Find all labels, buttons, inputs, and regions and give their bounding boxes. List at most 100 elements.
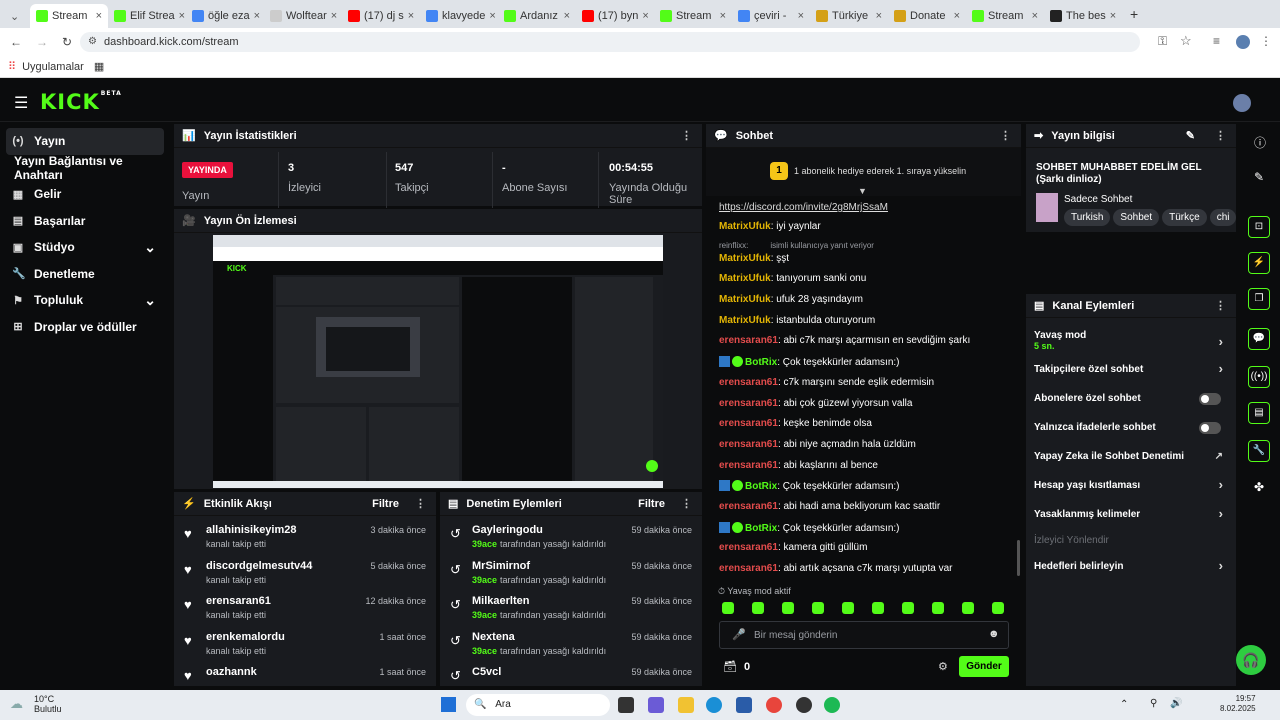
obs-icon[interactable] — [796, 697, 812, 713]
emote-icon[interactable] — [842, 602, 854, 614]
chat-username[interactable]: BotRix — [745, 481, 777, 492]
tab-close-icon[interactable]: × — [489, 10, 495, 22]
clock[interactable]: 19:57 8.02.2025 — [1220, 694, 1256, 714]
external-link-icon[interactable]: ↗ — [1215, 451, 1223, 462]
browser-tab[interactable]: Stream × — [30, 4, 108, 28]
emote-icon[interactable] — [932, 602, 944, 614]
volume-icon[interactable]: 🔊 — [1170, 698, 1182, 709]
toggle-switch[interactable] — [1199, 422, 1221, 434]
chat-icon[interactable]: 💬 — [1248, 328, 1270, 350]
chat-message[interactable]: erensaran61: kamera gitti güllüm — [719, 542, 867, 553]
kebab-menu-icon[interactable]: ⋮ — [1260, 34, 1272, 48]
sidebar-item[interactable]: ▤ Başarılar — [0, 208, 170, 235]
moderation-row[interactable]: ↺ Gayleringodu 39ace tarafından yasağı kald… — [440, 520, 702, 555]
chat-message[interactable]: MatrixUfuk: iyi yaynlar — [719, 221, 821, 232]
emote-icon[interactable] — [872, 602, 884, 614]
chat-message[interactable]: erensaran61: abi artık açsana c7k marşı … — [719, 563, 952, 574]
reload-icon[interactable]: ↻ — [62, 35, 72, 49]
site-info-icon[interactable]: ⚙ — [88, 36, 97, 47]
chat-username[interactable]: erensaran61 — [719, 501, 778, 512]
activity-row[interactable]: ♥ discordgelmesutv44 kanalı takip etti 5 da… — [174, 556, 436, 591]
chevron-up-icon[interactable]: ⌃ — [1120, 699, 1128, 710]
chat-message[interactable]: MatrixUfuk: istanbulda oturuyorum — [719, 315, 875, 326]
grid-icon[interactable]: ▦ — [94, 60, 104, 73]
file-explorer-icon[interactable] — [678, 697, 694, 713]
sidebar-item[interactable]: ▣ Stüdyo ⌄ — [0, 234, 170, 261]
edge-icon[interactable] — [706, 697, 722, 713]
broadcast-icon[interactable]: ((•)) — [1248, 366, 1270, 388]
browser-tab[interactable]: klavyede × — [420, 4, 498, 28]
send-button[interactable]: Gönder — [959, 656, 1009, 677]
chat-settings-icon[interactable]: ⚙ — [938, 660, 948, 673]
sidebar-item[interactable]: ⊞ Droplar ve ödüller — [0, 314, 170, 341]
tab-close-icon[interactable]: × — [1110, 10, 1116, 22]
browser-tab[interactable]: Stream × — [654, 4, 732, 28]
browser-tab[interactable]: çeviri - × — [732, 4, 810, 28]
chat-username[interactable]: erensaran61 — [719, 460, 778, 471]
tab-list-button[interactable]: ⌄ — [6, 4, 30, 28]
chat-message[interactable]: MatrixUfuk: şşt — [719, 253, 789, 264]
tag-chip[interactable]: Sohbet — [1113, 209, 1160, 226]
tab-close-icon[interactable]: × — [564, 10, 570, 22]
browser-tab[interactable]: Stream × — [966, 4, 1044, 28]
kick-logo[interactable]: KICKBETA — [40, 90, 122, 114]
new-tab-icon[interactable]: + — [1130, 6, 1138, 22]
sidebar-item[interactable]: (•) Yayın — [6, 128, 164, 155]
chat-message[interactable]: erensaran61: abi hadi ama bekliyorum kac… — [719, 501, 940, 512]
apps-icon[interactable]: ✤ — [1254, 480, 1264, 494]
channel-action-row[interactable]: Hesap yaşı kısıtlaması › — [1034, 477, 1229, 492]
emote-icon[interactable] — [752, 602, 764, 614]
network-icon[interactable]: ⚲ — [1150, 698, 1157, 709]
activity-row[interactable]: ♥ oazhannk 1 saat önce — [174, 662, 436, 686]
collapse-icon[interactable]: ▼ — [858, 186, 867, 196]
chat-username[interactable]: BotRix — [745, 523, 777, 534]
channel-actions-menu-icon[interactable]: ⋮ — [1215, 299, 1226, 312]
activity-row[interactable]: ♥ erensaran61 kanalı takip etti 12 dakika ö… — [174, 591, 436, 626]
edit-icon[interactable]: ✎ — [1186, 129, 1195, 142]
channel-action-row[interactable]: Yapay Zeka ile Sohbet Denetimi ↗ — [1034, 451, 1229, 462]
browser-tab[interactable]: Donate × — [888, 4, 966, 28]
profile-avatar[interactable] — [1236, 35, 1250, 49]
points-display[interactable]: 🗃 0 — [723, 660, 750, 673]
chat-message[interactable]: erensaran61: abi kaşlarını al bence — [719, 460, 878, 471]
wrench-icon[interactable]: 🔧 — [1248, 440, 1270, 462]
emote-icon[interactable] — [782, 602, 794, 614]
tab-close-icon[interactable]: × — [642, 10, 648, 22]
tab-close-icon[interactable]: × — [96, 10, 102, 22]
chat-username[interactable]: MatrixUfuk — [719, 253, 771, 264]
tag-chip[interactable]: Turkish — [1064, 209, 1111, 226]
tag-chip[interactable]: Türkçe — [1162, 209, 1207, 226]
tab-close-icon[interactable]: × — [954, 10, 960, 22]
chat-message[interactable]: BotRix: Çok teşekkürler adamsın:) — [719, 522, 900, 534]
browser-tab[interactable]: Wolftear × — [264, 4, 342, 28]
store-icon[interactable] — [736, 697, 752, 713]
task-view-icon[interactable] — [618, 697, 634, 713]
browser-tab[interactable]: öğle eza × — [186, 4, 264, 28]
apps-grid-icon[interactable]: ⠿ — [8, 60, 16, 73]
tab-close-icon[interactable]: × — [408, 10, 414, 22]
browser-tab[interactable]: The bes × — [1044, 4, 1122, 28]
channel-action-row[interactable]: Abonelere özel sohbet — [1034, 393, 1229, 405]
chat-username[interactable]: erensaran61 — [719, 377, 778, 388]
tab-close-icon[interactable]: × — [331, 10, 337, 22]
hamburger-menu-icon[interactable]: ☰ — [14, 93, 28, 113]
chat-username[interactable]: erensaran61 — [719, 398, 778, 409]
pinned-banner[interactable]: 1 1 abonelik hediye ederek 1. sıraya yük… — [706, 148, 1021, 196]
emote-icon[interactable] — [962, 602, 974, 614]
chat-username[interactable]: erensaran61 — [719, 335, 778, 346]
url-input[interactable]: dashboard.kick.com/stream — [80, 32, 1140, 52]
bookmark-star-icon[interactable]: ☆ — [1180, 33, 1192, 49]
browser-tab[interactable]: Elif Strea × — [108, 4, 186, 28]
emote-icon[interactable] — [902, 602, 914, 614]
support-chat-button[interactable]: 🎧 — [1236, 645, 1266, 675]
chrome-icon[interactable] — [766, 697, 782, 713]
discord-link[interactable]: https://discord.com/invite/2g8MrjSsaM — [719, 202, 888, 213]
bookmark-apps[interactable]: Uygulamalar — [22, 61, 84, 73]
chat-username[interactable]: erensaran61 — [719, 418, 778, 429]
channel-action-row[interactable]: Hedefleri belirleyin › — [1034, 558, 1229, 573]
chat-message[interactable]: erensaran61: abi c7k marşı açarmısın en … — [719, 335, 970, 346]
password-icon[interactable]: ⚿ — [1158, 34, 1167, 49]
lightning-icon[interactable]: ⚡ — [1248, 252, 1270, 274]
activity-row[interactable]: ♥ allahinisikeyim28 kanalı takip etti 3 dak… — [174, 520, 436, 555]
category-name[interactable]: Sadece Sohbet — [1064, 194, 1132, 205]
